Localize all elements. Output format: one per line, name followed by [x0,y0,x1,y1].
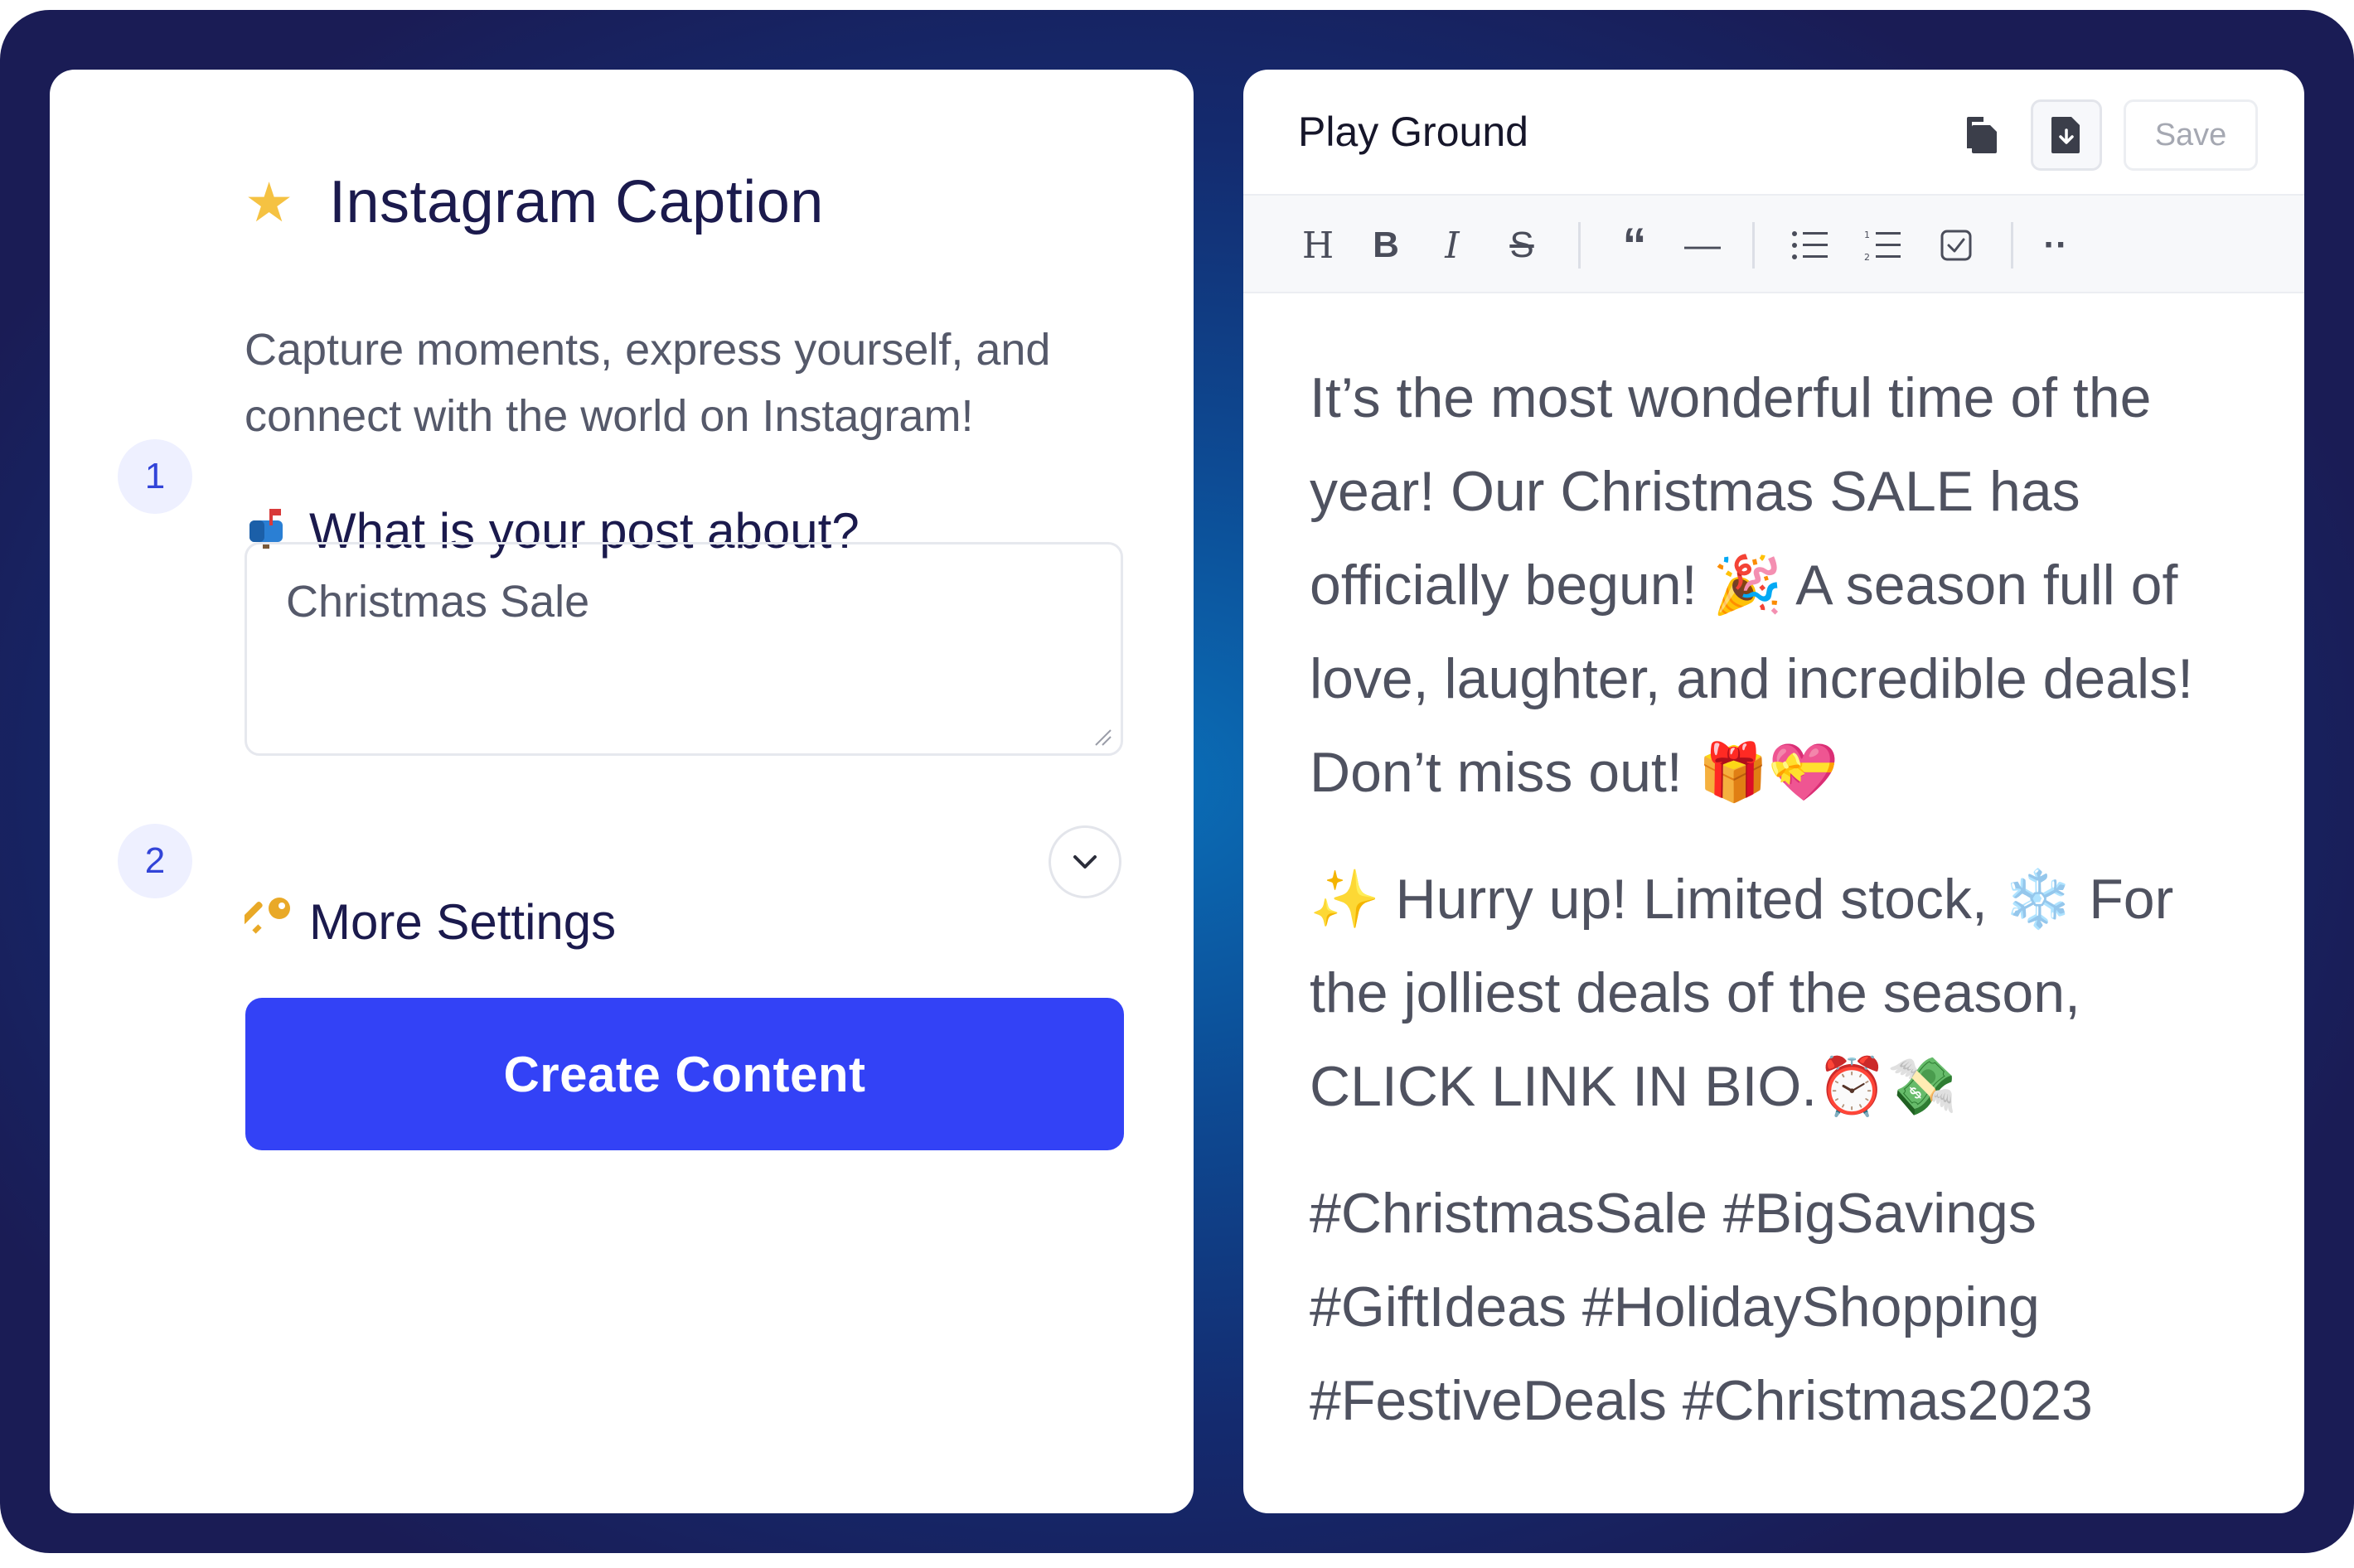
download-file-icon [2051,117,2080,153]
playground-header: Play Ground Save [1243,70,2304,194]
save-button[interactable]: Save [2124,99,2258,171]
quote-button[interactable]: “ [1610,219,1659,273]
chevron-down-icon [1073,855,1097,869]
numbered-list-button[interactable]: 1 2 [1858,219,1908,272]
page-subtitle: Capture moments, express yourself, and c… [245,325,1051,441]
download-button[interactable] [2031,99,2102,171]
caption-paragraph-1: It’s the most wonderful time of the year… [1310,366,2194,804]
page-title: Instagram Caption [329,169,824,235]
playground-title: Play Ground [1298,109,1528,155]
svg-text:1: 1 [1864,230,1870,240]
strikethrough-button[interactable]: S [1497,219,1547,272]
toolbar-divider [1578,222,1581,269]
copy-icon [1967,117,1997,153]
caption-paragraph-2: ✨ Hurry up! Limited stock, ❄️ For the jo… [1310,868,2174,1118]
post-topic-input[interactable]: Christmas Sale [245,542,1123,756]
more-options-button[interactable]: ·· [2032,219,2079,272]
more-settings-label: More Settings [309,893,617,950]
editor-toolbar: H B I S “ — 1 2 ·· [1243,194,2304,293]
caption-generator-panel: ★ Instagram Caption Capture moments, exp… [50,70,1194,1513]
playground-panel: Play Ground Save H B I S “ — 1 2 ·· It’s… [1243,70,2304,1513]
panel-header: ★ Instagram Caption [245,152,824,252]
step-badge-2: 2 [118,824,192,898]
key-icon [240,893,303,951]
resize-grip-icon[interactable] [1092,727,1112,747]
heading-button[interactable]: H [1293,219,1343,272]
checkbox-icon [1940,230,1972,261]
expand-settings-button[interactable] [1049,825,1121,898]
caption-hashtags: #ChristmasSale #BigSavings #GiftIdeas #H… [1310,1182,2093,1432]
more-settings-row[interactable]: More Settings [240,880,617,963]
horizontal-rule-button[interactable]: — [1678,219,1727,272]
app-frame: ★ Instagram Caption Capture moments, exp… [0,10,2354,1553]
create-content-button[interactable]: Create Content [245,998,1124,1150]
post-topic-value: Christmas Sale [286,577,590,627]
star-icon: ★ [245,172,294,233]
bullet-list-button[interactable] [1785,219,1835,272]
step-badge-1: 1 [118,439,192,514]
italic-button[interactable]: I [1429,219,1475,272]
task-list-button[interactable] [1931,219,1981,272]
toolbar-divider [2011,222,2013,269]
toolbar-divider [1752,222,1755,269]
copy-button[interactable] [1948,99,2019,171]
bullet-list-icon [1792,231,1828,259]
editor-content[interactable]: It’s the most wonderful time of the year… [1310,351,2255,1481]
bold-button[interactable]: B [1363,219,1409,272]
svg-text:2: 2 [1864,252,1870,262]
numbered-list-icon: 1 2 [1864,230,1901,262]
